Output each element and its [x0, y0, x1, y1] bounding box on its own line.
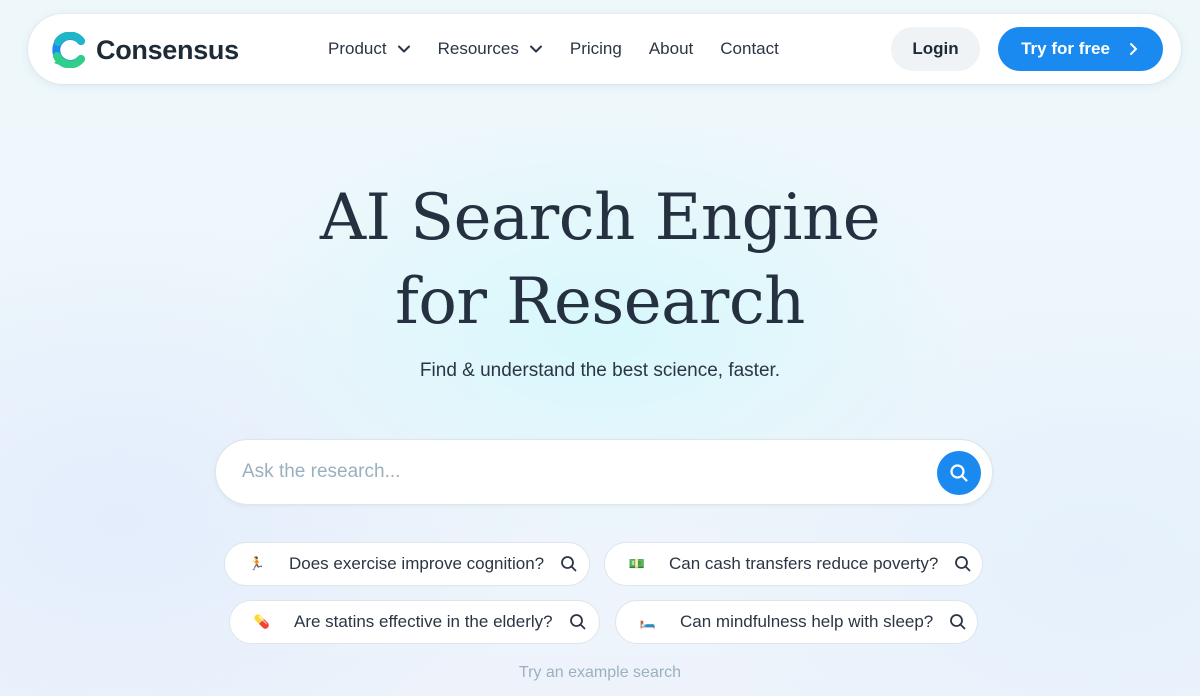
search-bar — [215, 439, 993, 505]
nav-item-label: Product — [328, 39, 387, 58]
example-search-chip[interactable]: 🏃 Does exercise improve cognition? — [224, 542, 590, 586]
example-search-hint: Try an example search — [518, 664, 682, 681]
nav-item-label: About — [648, 39, 694, 58]
nav-item-pricing[interactable]: Pricing — [570, 39, 622, 59]
example-search-text: Can cash transfers reduce poverty? — [669, 554, 939, 573]
consensus-logo-icon — [52, 32, 85, 68]
hero-title: AI Search Engine for Research — [0, 176, 1200, 344]
chevron-right-icon — [1129, 43, 1137, 55]
search-icon — [955, 556, 971, 572]
nav-item-resources[interactable]: Resources — [438, 39, 543, 59]
search-input[interactable] — [242, 440, 932, 504]
chevron-down-icon — [397, 45, 410, 53]
example-search-chip[interactable]: 💊 Are statins effective in the elderly? — [229, 600, 600, 644]
pill-emoji-icon: 💊 — [253, 614, 271, 629]
nav-item-contact[interactable]: Contact — [720, 39, 779, 59]
running-emoji-icon: 🏃 — [248, 556, 266, 571]
hero-subtitle: Find & understand the best science, fast… — [419, 360, 781, 381]
search-icon — [950, 464, 968, 482]
search-submit-button[interactable] — [937, 451, 981, 495]
example-search-text: Does exercise improve cognition? — [289, 554, 545, 573]
cash-emoji-icon: 💵 — [628, 556, 646, 571]
example-search-chip[interactable]: 💵 Can cash transfers reduce poverty? — [604, 542, 983, 586]
brand-name: Consensus — [96, 34, 239, 65]
chevron-down-icon — [529, 45, 542, 53]
example-search-text: Are statins effective in the elderly? — [294, 612, 553, 631]
bed-emoji-icon: 🛏️ — [639, 614, 657, 629]
nav-item-about[interactable]: About — [649, 39, 693, 59]
hero-title-line-2: for Research — [395, 265, 805, 339]
hero-title-line-1: AI Search Engine — [319, 181, 881, 255]
try-for-free-label: Try for free — [1021, 39, 1110, 58]
main-menu: Product Resources Pricing About Contact — [328, 14, 806, 84]
login-button[interactable]: Login — [891, 27, 980, 71]
nav-item-product[interactable]: Product — [328, 39, 411, 59]
nav-item-label: Resources — [437, 39, 519, 58]
nav-item-label: Pricing — [569, 39, 622, 58]
search-icon — [561, 556, 577, 572]
nav-item-label: Contact — [720, 39, 779, 58]
search-icon — [950, 614, 966, 630]
example-search-text: Can mindfulness help with sleep? — [680, 612, 934, 631]
top-navbar: Consensus Product Resources Pricing Abou… — [28, 14, 1181, 84]
example-search-chip[interactable]: 🛏️ Can mindfulness help with sleep? — [615, 600, 978, 644]
brand-logo[interactable]: Consensus — [52, 32, 239, 68]
try-for-free-button[interactable]: Try for free — [998, 27, 1163, 71]
search-icon — [569, 614, 586, 630]
